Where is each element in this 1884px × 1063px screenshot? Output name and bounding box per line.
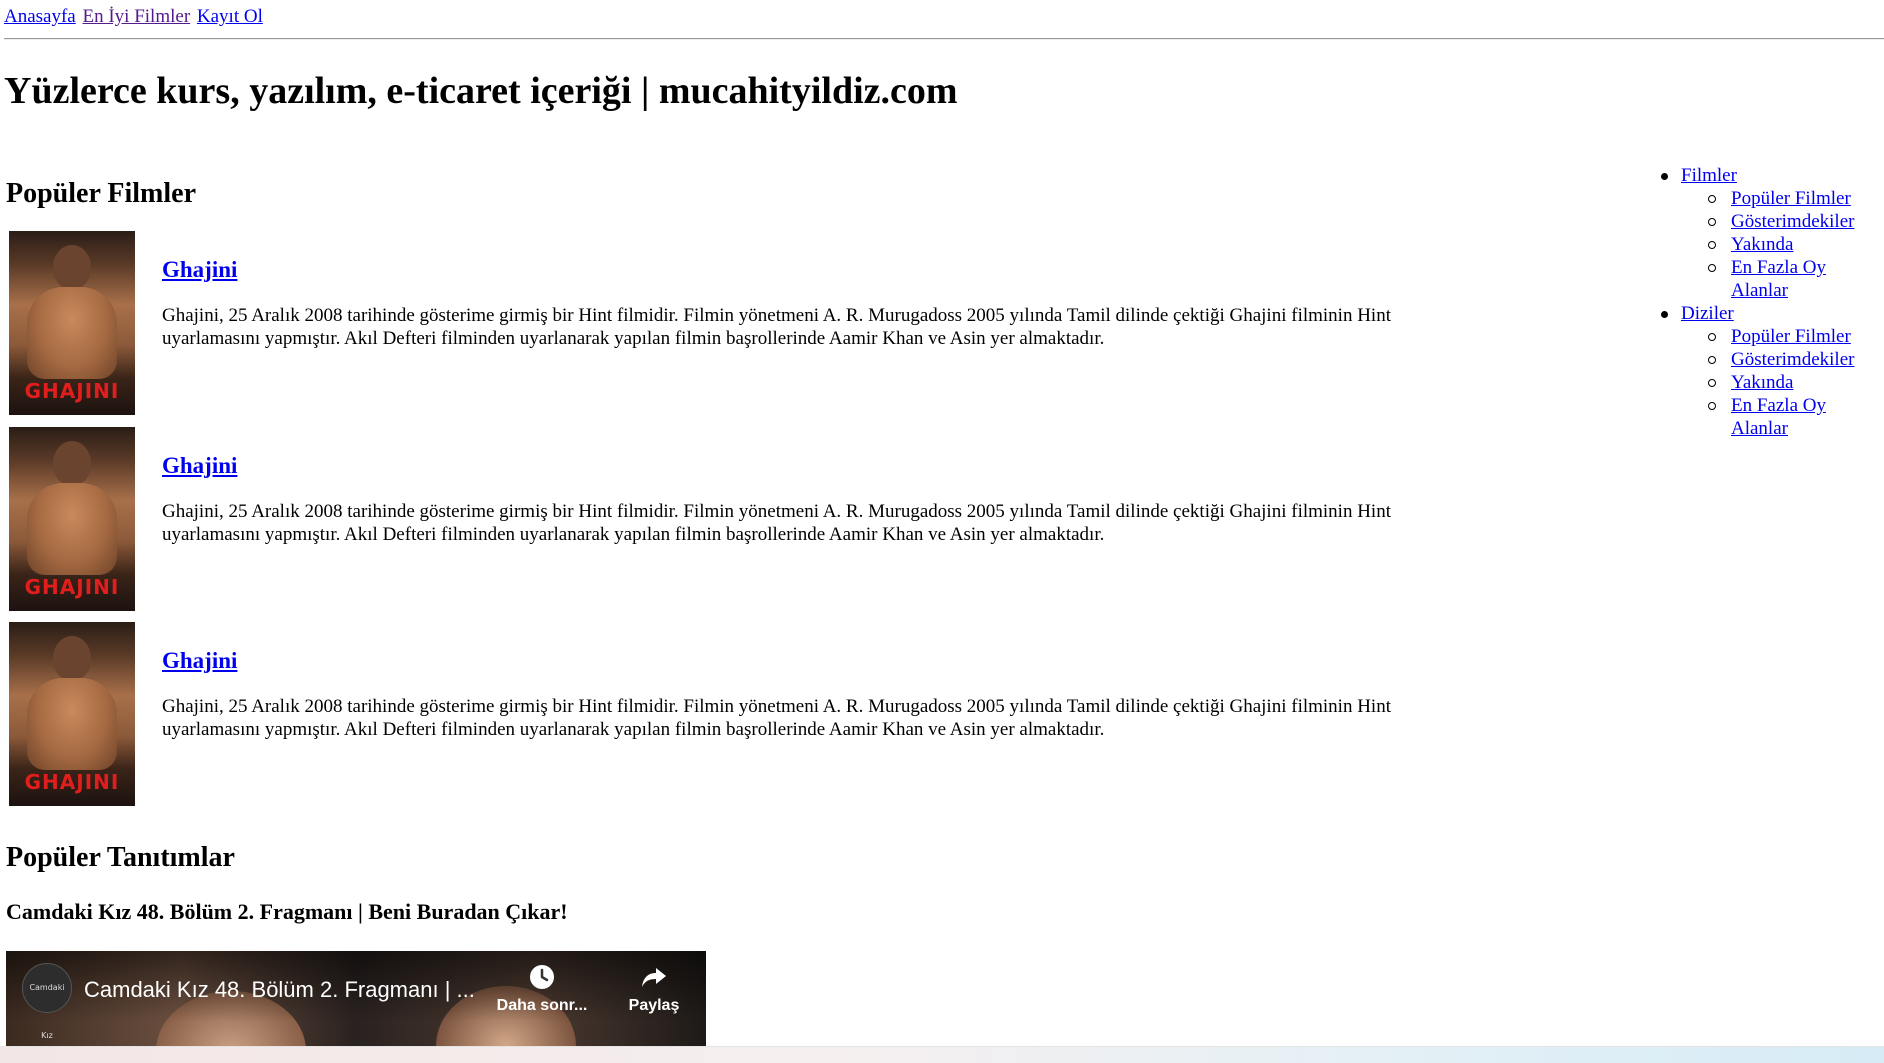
sidebar-group-series: Diziler Popüler Filmler Gösterimdekiler … <box>1658 302 1884 440</box>
sidebar-link-movies[interactable]: Filmler <box>1681 165 1737 186</box>
sidebar-menu: Filmler Popüler Filmler Gösterimdekiler … <box>1658 164 1884 440</box>
movie-card: GHAJINI Ghajini Ghajini, 25 Aralık 2008 … <box>9 427 1479 613</box>
sidebar-link-top-voted[interactable]: En Fazla Oy Alanlar <box>1731 257 1826 301</box>
popular-trailers-heading: Popüler Tanıtımlar <box>6 842 235 873</box>
movie-title-link[interactable]: Ghajini <box>162 648 237 673</box>
sidebar-link-now-showing[interactable]: Gösterimdekiler <box>1731 349 1854 370</box>
movie-title-link[interactable]: Ghajini <box>162 257 237 282</box>
sidebar-group-movies: Filmler Popüler Filmler Gösterimdekiler … <box>1658 164 1884 302</box>
clock-icon <box>530 965 554 989</box>
trailer-title: Camdaki Kız 48. Bölüm 2. Fragmanı | Beni… <box>6 899 568 924</box>
horizontal-rule <box>4 38 1884 40</box>
movie-description: Ghajini, 25 Aralık 2008 tarihinde göster… <box>162 305 1391 349</box>
popular-movies-heading: Popüler Filmler <box>6 178 196 209</box>
nav-link-best-movies[interactable]: En İyi Filmler <box>83 6 191 27</box>
watch-later-button[interactable]: Daha sonr... <box>492 963 592 1015</box>
share-label: Paylaş <box>628 997 680 1014</box>
sidebar-item: En Fazla Oy Alanlar <box>1708 394 1884 440</box>
poster-title-text: GHAJINI <box>24 770 120 794</box>
share-button[interactable]: Paylaş <box>604 963 704 1015</box>
sidebar-item: Yakında <box>1708 233 1884 256</box>
sidebar-item: Popüler Filmler <box>1708 187 1884 210</box>
movie-title: Ghajini <box>162 451 237 481</box>
nav-link-home[interactable]: Anasayfa <box>4 6 76 27</box>
sidebar-link-now-showing[interactable]: Gösterimdekiler <box>1731 211 1854 232</box>
movie-title: Ghajini <box>162 646 237 676</box>
sidebar-link-popular-movies[interactable]: Popüler Filmler <box>1731 326 1851 347</box>
video-title[interactable]: Camdaki Kız 48. Bölüm 2. Fragmanı | ... <box>84 977 475 1003</box>
movie-title-link[interactable]: Ghajini <box>162 453 237 478</box>
sidebar-link-series[interactable]: Diziler <box>1681 303 1734 324</box>
poster-title-text: GHAJINI <box>24 379 120 403</box>
sidebar-link-coming-soon[interactable]: Yakında <box>1731 372 1793 393</box>
video-player[interactable]: Camdaki Kız Camdaki Kız 48. Bölüm 2. Fra… <box>6 951 706 1051</box>
channel-avatar[interactable]: Camdaki Kız <box>22 963 72 1040</box>
sidebar-item: Gösterimdekiler <box>1708 348 1884 371</box>
watch-later-label: Daha sonr... <box>496 997 588 1014</box>
share-arrow-icon <box>642 968 666 987</box>
bottom-strip <box>0 1046 1884 1063</box>
sidebar-item: En Fazla Oy Alanlar <box>1708 256 1884 302</box>
sidebar-link-top-voted[interactable]: En Fazla Oy Alanlar <box>1731 395 1826 439</box>
sidebar-item: Gösterimdekiler <box>1708 210 1884 233</box>
sidebar-link-popular-movies[interactable]: Popüler Filmler <box>1731 188 1851 209</box>
top-navigation: Anasayfa En İyi Filmler Kayıt Ol <box>4 5 265 29</box>
nav-link-register[interactable]: Kayıt Ol <box>197 6 263 27</box>
sidebar-item: Popüler Filmler <box>1708 325 1884 348</box>
movie-title: Ghajini <box>162 255 237 285</box>
movie-description: Ghajini, 25 Aralık 2008 tarihinde göster… <box>162 696 1391 740</box>
sidebar-item: Yakında <box>1708 371 1884 394</box>
movie-poster-image: GHAJINI <box>9 622 135 806</box>
movie-card: GHAJINI Ghajini Ghajini, 25 Aralık 2008 … <box>9 231 1479 417</box>
sidebar-link-coming-soon[interactable]: Yakında <box>1731 234 1793 255</box>
movie-card: GHAJINI Ghajini Ghajini, 25 Aralık 2008 … <box>9 622 1479 808</box>
poster-title-text: GHAJINI <box>24 575 120 599</box>
site-title: Yüzlerce kurs, yazılım, e-ticaret içeriğ… <box>4 70 958 112</box>
movie-poster-image: GHAJINI <box>9 231 135 415</box>
movie-poster-image: GHAJINI <box>9 427 135 611</box>
movie-description: Ghajini, 25 Aralık 2008 tarihinde göster… <box>162 501 1391 545</box>
